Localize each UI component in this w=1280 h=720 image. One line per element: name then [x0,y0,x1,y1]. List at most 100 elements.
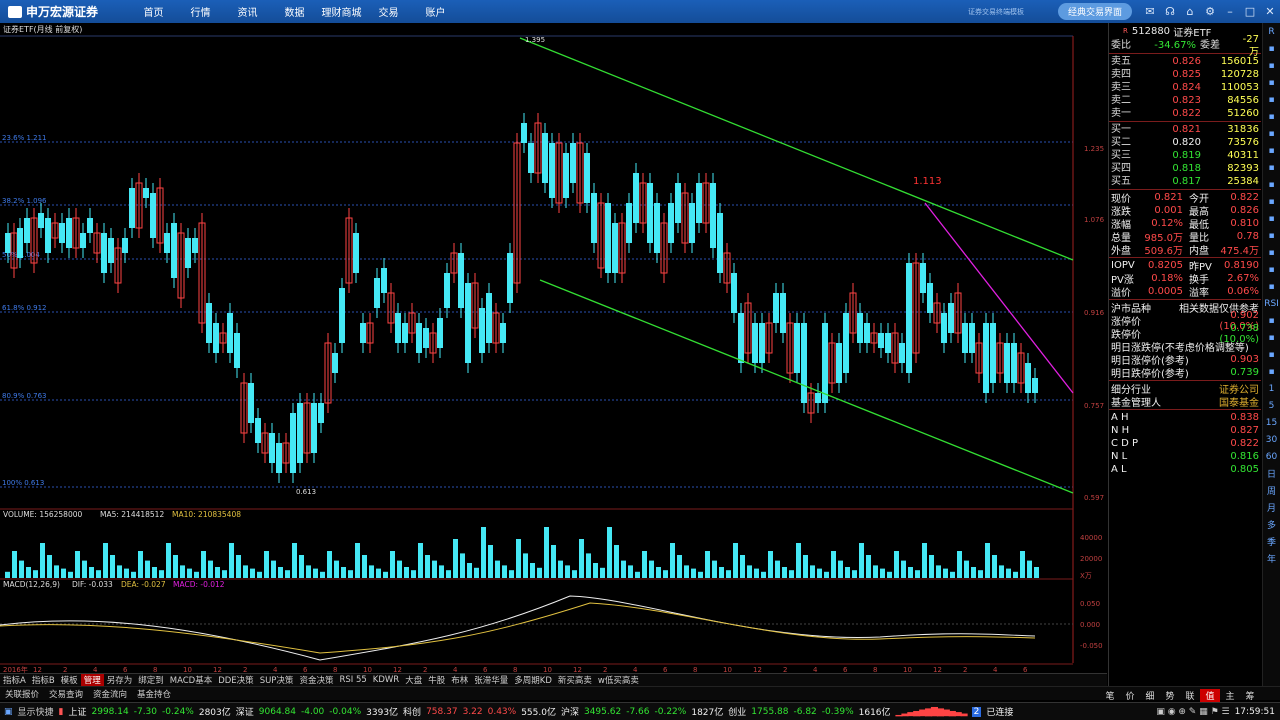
indicator-tab[interactable]: 模板 [58,674,81,686]
quote-code: 512880 [1131,25,1171,37]
sidebar-tool[interactable]: ▪ [1263,142,1280,159]
ask-row[interactable]: 卖五 0.826 156015 [1109,55,1261,68]
bid-row[interactable]: 买五 0.817 25384 [1109,175,1261,188]
message-icon[interactable]: ✉ [1140,0,1160,23]
indicator-tab[interactable]: w低买高卖 [595,674,642,686]
sidebar-tool[interactable]: ▪ [1263,261,1280,278]
manager-value[interactable]: 国泰基金 [1191,394,1259,409]
settings-icon[interactable]: ⚙ [1200,0,1220,23]
sidebar-tool[interactable]: 月 [1263,499,1280,516]
sidebar-tool[interactable]: ▪ [1263,193,1280,210]
sidebar-tool[interactable]: ▪ [1263,346,1280,363]
sidebar-tool[interactable]: R [1263,23,1280,40]
x-axis-tick: 12 [573,666,582,673]
indicator-tab[interactable]: 张滞华量 [471,674,511,686]
bottom-tab[interactable]: 关联报价 [0,688,44,700]
sidebar-tool[interactable]: 30 [1263,431,1280,448]
close-icon[interactable]: ✕ [1260,0,1280,23]
ask-row[interactable]: 卖一 0.822 51260 [1109,107,1261,120]
ask-row[interactable]: 卖四 0.825 120728 [1109,68,1261,81]
panel-tab[interactable]: 联 [1180,689,1200,702]
nav-item[interactable]: 交易 [365,4,412,19]
sidebar-tool[interactable]: 多 [1263,516,1280,533]
sidebar-tool[interactable]: 日 [1263,465,1280,482]
headset-icon[interactable]: ☊ [1160,0,1180,23]
sidebar-tool[interactable]: ▪ [1263,210,1280,227]
indicator-tab[interactable]: 多周期KD [511,674,555,686]
panel-tab[interactable]: 细 [1140,689,1160,702]
indicator-tab[interactable]: 牛股 [425,674,448,686]
bid-row[interactable]: 买二 0.820 73576 [1109,136,1261,149]
indicator-tab[interactable]: MACD基本 [167,674,215,686]
panel-tab[interactable]: 主 [1220,689,1240,702]
indicator-tab[interactable]: DDE决策 [215,674,256,686]
indicator-tab[interactable]: 指标B [29,674,58,686]
sidebar-tool[interactable]: ▪ [1263,244,1280,261]
bid-row[interactable]: 买一 0.821 31836 [1109,123,1261,136]
sidebar-tool[interactable]: ▪ [1263,159,1280,176]
panel-tab[interactable]: 价 [1120,689,1140,702]
toolbar-icons[interactable]: ▣ ◉ ⊕ ✎ ▦ ⚑ ☰ [1156,707,1229,717]
sidebar-tool[interactable]: 季 [1263,533,1280,550]
sidebar-tool[interactable]: 15 [1263,414,1280,431]
sidebar-tool[interactable]: 60 [1263,448,1280,465]
volume-bar [47,555,52,578]
indicator-tab[interactable]: 绑定到 [135,674,167,686]
indicator-tab[interactable]: KDWR [370,675,402,685]
bid-row[interactable]: 买三 0.819 40311 [1109,149,1261,162]
maximize-icon[interactable]: □ [1240,0,1260,23]
kline-chart-area[interactable]: 证券ETF(月线 前复权) 23.6% 1.211 38.2% 1.096 50% 1… [0,23,1107,698]
indicator-tab[interactable]: 新买高卖 [555,674,595,686]
indicator-tab[interactable]: 另存为 [104,674,136,686]
sidebar-tool[interactable]: ▪ [1263,176,1280,193]
bottom-tab[interactable]: 资金流向 [88,688,132,700]
lock-icon[interactable]: ⌂ [1180,0,1200,23]
volume-bar [292,543,297,578]
nav-item[interactable]: 首页 [130,4,177,19]
sidebar-tool[interactable]: ▪ [1263,108,1280,125]
sidebar-tool[interactable]: ▪ [1263,91,1280,108]
nav-item[interactable]: 数据 [271,4,318,19]
indicator-tab[interactable]: 布林 [448,674,471,686]
panel-tab[interactable]: 值 [1200,689,1220,702]
sidebar-tool[interactable]: 1 [1263,380,1280,397]
indicator-tab[interactable]: SUP决策 [257,674,297,686]
nav-item[interactable]: 资讯 [224,4,271,19]
ask-row[interactable]: 卖三 0.824 110053 [1109,81,1261,94]
ask-row[interactable]: 卖二 0.823 84556 [1109,94,1261,107]
kline-chart[interactable]: 证券ETF(月线 前复权)23.6% 1.21138.2% 1.09650% 1… [0,23,1107,673]
indicator-tab[interactable]: 资金决策 [296,674,336,686]
sidebar-tool[interactable]: 年 [1263,550,1280,567]
sidebar-tool[interactable]: ▪ [1263,363,1280,380]
indicator-tab[interactable]: RSI 55 [336,675,369,685]
minimize-icon[interactable]: – [1220,0,1240,23]
panel-tab[interactable]: 笔 [1100,689,1120,702]
nav-item[interactable]: 账户 [412,4,459,19]
nav-item[interactable]: 理财商城 [318,4,365,19]
classic-trade-button[interactable]: 经典交易界面 [1057,3,1132,20]
nav-item[interactable]: 行情 [177,4,224,19]
x-axis-tick: 8 [513,666,517,673]
sidebar-tool[interactable]: ▪ [1263,125,1280,142]
bottom-tab[interactable]: 基金持仓 [132,688,176,700]
sidebar-tool[interactable]: ▪ [1263,57,1280,74]
quick-label[interactable]: 显示快捷 [18,705,54,718]
bottom-tab[interactable]: 交易查询 [44,688,88,700]
panel-tab[interactable]: 势 [1160,689,1180,702]
sidebar-tool[interactable]: 5 [1263,397,1280,414]
volume-bar [775,560,780,578]
sidebar-tool[interactable]: ▪ [1263,278,1280,295]
sidebar-tool[interactable]: ▪ [1263,74,1280,91]
sidebar-tool[interactable]: ▪ [1263,312,1280,329]
panel-tab[interactable]: 筹 [1240,689,1260,702]
sidebar-tool[interactable]: ▪ [1263,227,1280,244]
indicator-tab[interactable]: 管理 [80,674,104,686]
sidebar-tool[interactable]: RSI [1263,295,1280,312]
sidebar-tool[interactable]: ▪ [1263,329,1280,346]
bid-row[interactable]: 买四 0.818 82393 [1109,162,1261,175]
sidebar-tool[interactable]: ▪ [1263,40,1280,57]
sidebar-tool[interactable]: 周 [1263,482,1280,499]
indicator-tab[interactable]: 指标A [0,674,29,686]
quick-icon[interactable]: ▣ [4,707,13,717]
indicator-tab[interactable]: 大盘 [402,674,425,686]
